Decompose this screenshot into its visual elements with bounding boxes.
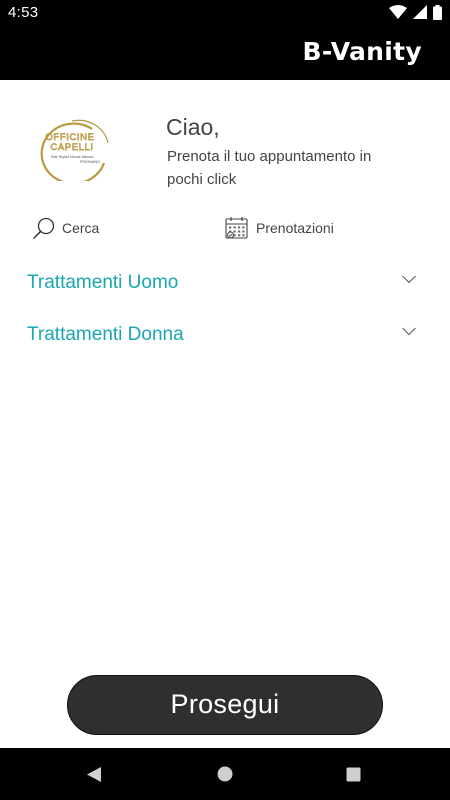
logo-line-4: FRIGNANO: [80, 160, 100, 164]
continue-button[interactable]: Prosegui: [67, 675, 383, 735]
salon-logo: OFFICINE CAPELLI Hair Stylist Nicola Mer…: [40, 119, 109, 181]
category-label: Trattamenti Uomo: [27, 272, 179, 293]
search-label: Cerca: [62, 220, 100, 236]
logo-line-3: Hair Stylist Nicola Merola: [51, 155, 94, 159]
category-trattamenti-donna[interactable]: Trattamenti Donna: [0, 314, 450, 354]
app-screen: 4:53 B-Vanity OFFICINE CAPELLI Hair Styl…: [0, 0, 450, 800]
recents-icon[interactable]: [346, 767, 361, 782]
logo-line-2: CAPELLI: [50, 142, 93, 153]
greeting-title: Ciao,: [166, 114, 220, 140]
home-icon[interactable]: [217, 766, 233, 782]
status-bar: 4:53: [0, 0, 450, 24]
bookings-button[interactable]: Prenotazioni: [224, 214, 334, 242]
signal-icon: [413, 5, 427, 19]
calendar-icon: [225, 217, 248, 239]
search-button[interactable]: Cerca: [32, 214, 99, 242]
chevron-down-icon: [402, 327, 416, 336]
status-icons: [389, 4, 442, 20]
back-icon[interactable]: [86, 766, 102, 783]
app-bar: B-Vanity: [0, 24, 450, 80]
search-icon: [33, 217, 55, 239]
category-trattamenti-uomo[interactable]: Trattamenti Uomo: [0, 262, 450, 302]
category-label: Trattamenti Donna: [27, 324, 184, 345]
brand-logo: B-Vanity: [302, 37, 422, 66]
greeting-subtitle: Prenota il tuo appuntamento in pochi cli…: [167, 148, 372, 188]
bookings-label: Prenotazioni: [256, 220, 334, 236]
wifi-icon: [389, 5, 407, 19]
status-time: 4:53: [8, 4, 39, 21]
navigation-bar: [0, 748, 450, 800]
battery-icon: [433, 4, 442, 20]
chevron-down-icon: [402, 275, 416, 284]
